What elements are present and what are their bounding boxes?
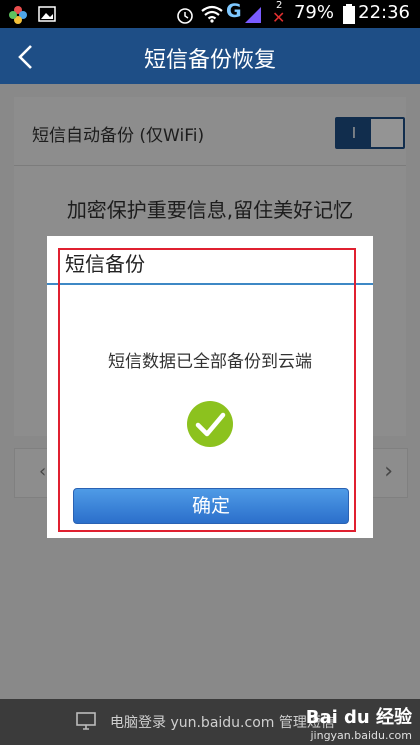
success-check-icon bbox=[187, 401, 233, 447]
watermark-logo: Bai du 经验 bbox=[305, 707, 412, 728]
signal-icon bbox=[245, 7, 261, 23]
battery-percent: 79% bbox=[293, 2, 334, 23]
app-header: 短信备份恢复 bbox=[0, 28, 420, 84]
dialog-title: 短信备份 bbox=[65, 252, 145, 276]
watermark-url: jingyan.baidu.com bbox=[310, 729, 412, 742]
footer-bar: 电脑登录 yun.baidu.com 管理短信 Bai du 经验 jingya… bbox=[0, 699, 420, 745]
footer-text: 电脑登录 yun.baidu.com 管理短信 bbox=[110, 715, 335, 731]
wifi-icon bbox=[201, 5, 223, 23]
computer-icon bbox=[76, 712, 96, 730]
page-title: 短信备份恢复 bbox=[143, 48, 276, 73]
battery-icon bbox=[343, 4, 355, 24]
backup-dialog: 短信备份 短信数据已全部备份到云端 确定 bbox=[47, 236, 373, 538]
network-type: G bbox=[226, 0, 242, 22]
clock: 22:36 bbox=[358, 2, 410, 23]
no-sim-icon: ✕ bbox=[272, 8, 286, 27]
image-icon bbox=[38, 6, 56, 22]
dialog-message: 短信数据已全部备份到云端 bbox=[108, 352, 312, 372]
dialog-divider bbox=[47, 283, 373, 285]
app-flower-icon bbox=[9, 6, 27, 24]
status-bar: G 2 ✕ 79% 22:36 bbox=[0, 0, 420, 28]
alarm-icon bbox=[177, 8, 193, 24]
confirm-button[interactable]: 确定 bbox=[73, 488, 349, 524]
